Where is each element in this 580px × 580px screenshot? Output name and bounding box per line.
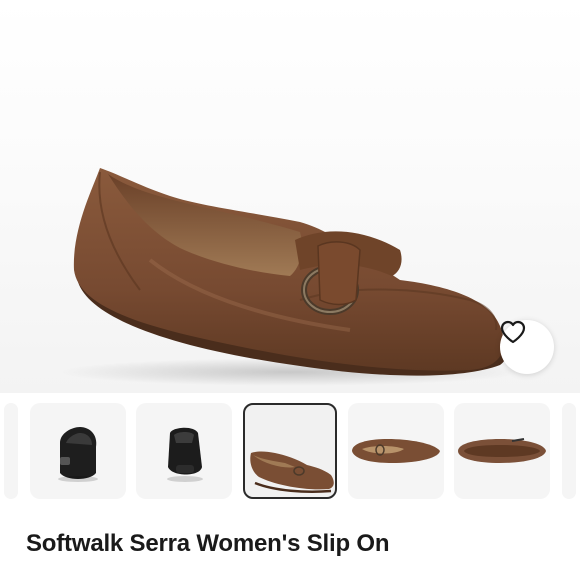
thumbnail-top[interactable] [348, 403, 444, 499]
thumbnail-sole[interactable] [454, 403, 550, 499]
shoe-front-thumbnail [58, 427, 98, 482]
thumbnail-previous-partial[interactable] [4, 403, 18, 499]
product-title: Softwalk Serra Women's Slip On [26, 530, 390, 557]
favorite-button[interactable] [500, 320, 554, 374]
shoe-illustration [60, 168, 520, 386]
shoe-side-thumbnail [250, 451, 334, 493]
thumbnail-front[interactable] [30, 403, 126, 499]
thumbnail-back[interactable] [136, 403, 232, 499]
thumbnail-side-selected[interactable] [243, 403, 337, 499]
shoe-back-thumbnail [167, 427, 203, 482]
thumbnail-strip [0, 400, 580, 504]
product-page: Softwalk Serra Women's Slip On [0, 0, 580, 580]
main-product-image[interactable] [0, 0, 580, 393]
thumbnail-next-partial[interactable] [562, 403, 576, 499]
shoe-top-thumbnail [352, 439, 440, 463]
shoe-sole-thumbnail [458, 438, 546, 463]
